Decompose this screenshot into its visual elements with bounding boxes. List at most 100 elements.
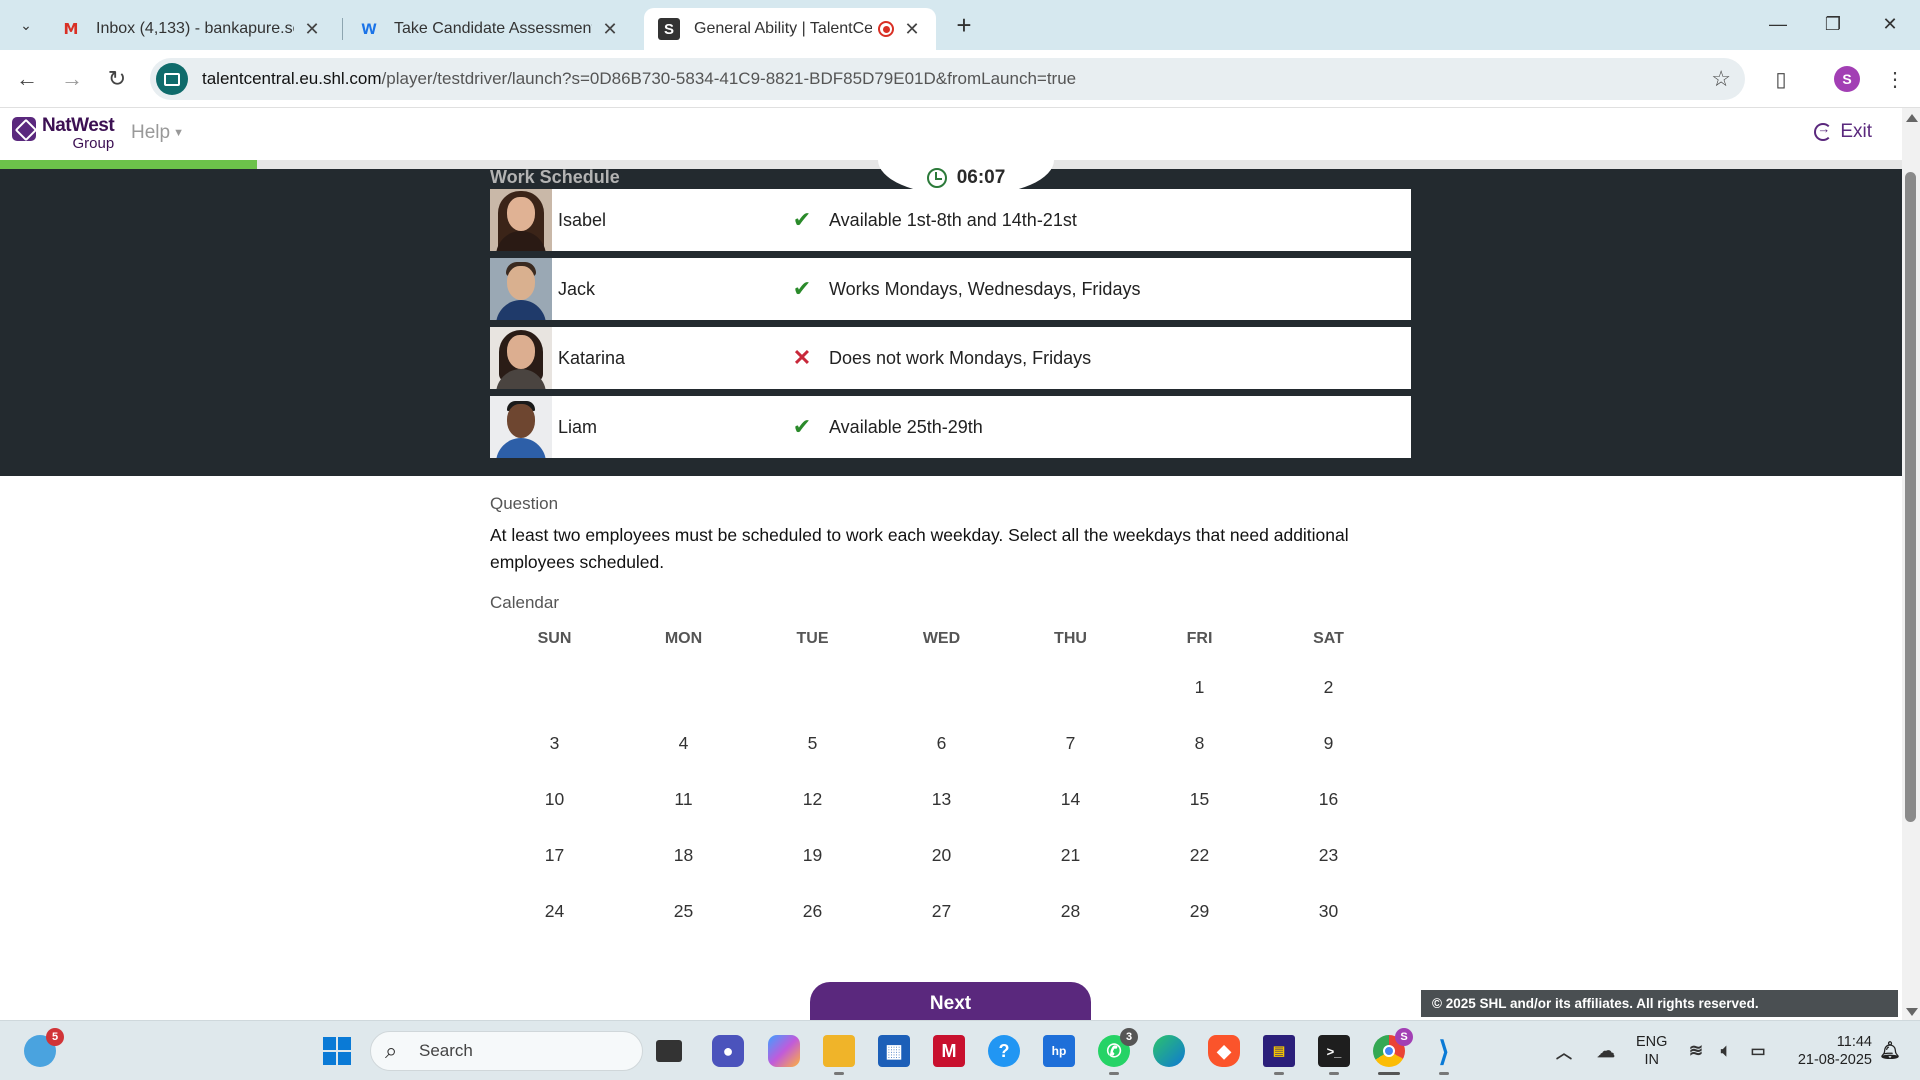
calendar-day[interactable]: 8 — [1135, 715, 1264, 771]
calendar-day[interactable]: 18 — [619, 827, 748, 883]
next-button[interactable]: Next — [810, 982, 1091, 1022]
calendar-day[interactable]: 16 — [1264, 771, 1393, 827]
tab-take-candidate-assessment[interactable]: w Take Candidate Assessment ✕ — [344, 8, 634, 50]
calendar-day[interactable]: 28 — [1006, 883, 1135, 939]
tab-close-icon[interactable]: ✕ — [302, 19, 322, 40]
tab-search-chevron-icon[interactable]: ⌄ — [12, 12, 40, 38]
clock-time: 11:44 — [1836, 1034, 1872, 1050]
check-icon: ✔ — [792, 207, 812, 232]
logo-line1: NatWest — [42, 115, 115, 136]
calendar-day[interactable]: 29 — [1135, 883, 1264, 939]
microsoft-store-icon[interactable]: ▦ — [878, 1035, 910, 1067]
exit-button[interactable]: Exit — [1814, 121, 1872, 143]
tab-close-icon[interactable]: ✕ — [600, 19, 620, 40]
page-scrollbar[interactable] — [1902, 108, 1920, 1020]
reload-icon[interactable]: ↻ — [102, 64, 132, 94]
calendar-day[interactable]: 26 — [748, 883, 877, 939]
calendar-day[interactable]: 24 — [490, 883, 619, 939]
calendar-day[interactable]: 5 — [748, 715, 877, 771]
calendar-day[interactable]: 13 — [877, 771, 1006, 827]
calendar-day[interactable]: 10 — [490, 771, 619, 827]
calendar-day[interactable]: 17 — [490, 827, 619, 883]
onedrive-icon[interactable]: ☁ — [1590, 1035, 1622, 1067]
profile-avatar[interactable]: S — [1834, 66, 1860, 92]
calendar-day[interactable]: 11 — [619, 771, 748, 827]
file-explorer-icon[interactable] — [823, 1035, 855, 1075]
task-view-icon[interactable] — [656, 1040, 682, 1062]
employee-name: Jack — [558, 278, 596, 299]
tab-close-icon[interactable]: ✕ — [902, 19, 922, 40]
minimize-icon[interactable]: — — [1758, 8, 1798, 40]
show-hidden-icons-chevron[interactable]: ︿ — [1548, 1035, 1580, 1067]
windows-start-icon[interactable] — [320, 1034, 354, 1068]
workday-icon: w — [361, 18, 377, 39]
input-language[interactable]: ENG IN — [1636, 1033, 1667, 1069]
calendar-day[interactable]: 19 — [748, 827, 877, 883]
calendar: SUN MON TUE WED THU FRI SAT 1 2 3 4 5 6 7 8 9 10 1… — [490, 625, 1394, 939]
calendar-day[interactable]: 2 — [1264, 659, 1393, 715]
calendar-day[interactable]: 1 — [1135, 659, 1264, 715]
mcafee-icon[interactable]: M — [933, 1035, 965, 1067]
browser-toolbar: ← → ↻ talentcentral.eu.shl.com/player/te… — [0, 50, 1920, 108]
site-info-icon[interactable] — [156, 63, 188, 95]
employee-availability: Works Mondays, Wednesdays, Fridays — [829, 278, 1141, 299]
calendar-day[interactable]: 23 — [1264, 827, 1393, 883]
calendar-day[interactable]: 25 — [619, 883, 748, 939]
tab-gmail[interactable]: M Inbox (4,133) - bankapure.somn ✕ — [46, 8, 336, 50]
edge-icon[interactable] — [1153, 1035, 1185, 1067]
calendar-day[interactable]: 27 — [877, 883, 1006, 939]
address-bar[interactable]: talentcentral.eu.shl.com/player/testdriv… — [150, 58, 1745, 100]
taskbar-clock[interactable]: 11:44 21-08-2025 — [1786, 1033, 1872, 1069]
back-icon[interactable]: ← — [12, 64, 42, 94]
exit-icon — [1814, 121, 1833, 141]
scroll-up-icon[interactable] — [1906, 114, 1918, 122]
check-icon: ✔ — [792, 276, 812, 301]
close-window-icon[interactable]: ✕ — [1870, 8, 1910, 40]
calendar-day[interactable]: 30 — [1264, 883, 1393, 939]
employee-photo — [490, 258, 552, 320]
employee-name: Isabel — [558, 209, 607, 230]
help-menu[interactable]: Help ▼ — [131, 122, 184, 144]
scroll-down-icon[interactable] — [1906, 1008, 1918, 1016]
calendar-day[interactable]: 15 — [1135, 771, 1264, 827]
volume-icon[interactable]: 🔈︎ — [1710, 1035, 1742, 1067]
calendar-day[interactable]: 12 — [748, 771, 877, 827]
browser-menu-icon[interactable]: ⋮ — [1880, 64, 1910, 94]
taskbar-search[interactable]: ⌕ Search — [370, 1031, 643, 1071]
calendar-day[interactable]: 3 — [490, 715, 619, 771]
whatsapp-icon[interactable]: ✆ 3 — [1098, 1028, 1138, 1075]
vscode-icon[interactable]: ⟩ — [1428, 1035, 1460, 1075]
battery-icon[interactable]: ▭ — [1742, 1035, 1774, 1067]
help-app-icon[interactable]: ? — [988, 1035, 1020, 1067]
caret-down-icon: ▼ — [173, 126, 184, 139]
calendar-day[interactable]: 21 — [1006, 827, 1135, 883]
chrome-icon[interactable]: S — [1373, 1028, 1413, 1075]
new-tab-button[interactable]: + — [950, 10, 978, 40]
notifications-bell-icon[interactable]: 🔔︎ — [1874, 1035, 1906, 1067]
calendar-day[interactable]: 4 — [619, 715, 748, 771]
calendar-day[interactable]: 14 — [1006, 771, 1135, 827]
cross-icon: ✕ — [792, 345, 812, 370]
calendar-day[interactable]: 9 — [1264, 715, 1393, 771]
winrar-icon[interactable]: ▤ — [1263, 1035, 1295, 1075]
teams-chat-icon[interactable]: ● — [712, 1035, 744, 1067]
windows-taskbar: 5 ⌕ Search ● ▦ M ? hp ✆ 3 ◆ ▤ >_ S ⟩ ︿ ☁… — [0, 1020, 1920, 1080]
copilot-icon[interactable] — [768, 1035, 800, 1067]
wifi-icon[interactable]: ≋ — [1680, 1035, 1712, 1067]
brave-icon[interactable]: ◆ — [1208, 1035, 1240, 1067]
scrollbar-thumb[interactable] — [1905, 172, 1916, 822]
tab-separator — [342, 18, 343, 40]
weather-icon[interactable]: 5 — [24, 1028, 64, 1067]
terminal-icon[interactable]: >_ — [1318, 1035, 1350, 1075]
forward-icon[interactable]: → — [57, 64, 87, 94]
calendar-day[interactable]: 6 — [877, 715, 1006, 771]
restore-icon[interactable]: ❐ — [1813, 8, 1853, 40]
calendar-day[interactable]: 22 — [1135, 827, 1264, 883]
calendar-day[interactable]: 20 — [877, 827, 1006, 883]
bookmark-star-icon[interactable]: ☆ — [1711, 66, 1731, 92]
tab-general-ability[interactable]: S General Ability | TalentCentr ✕ — [644, 8, 936, 50]
myhp-icon[interactable]: hp — [1043, 1035, 1075, 1067]
calendar-week: 17 18 19 20 21 22 23 — [490, 827, 1394, 883]
calendar-day[interactable]: 7 — [1006, 715, 1135, 771]
extensions-icon[interactable]: ▯ — [1766, 64, 1796, 94]
